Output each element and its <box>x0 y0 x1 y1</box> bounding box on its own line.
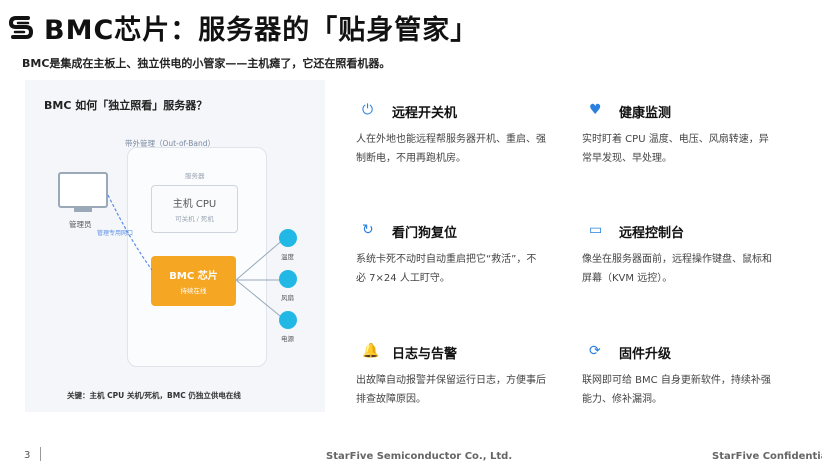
temperature-sensor-icon <box>279 229 297 247</box>
feature-title-remote-console: 远程控制台 <box>619 226 685 241</box>
feature-desc-remote-console: 像坐在服务器面前，远程操作键盘、鼠标和屏幕（KVM 远控）。 <box>582 254 772 284</box>
sensor-label-fan: 风扇 <box>281 294 294 302</box>
feature-title-log-alert: 日志与告警 <box>392 347 458 362</box>
server-label: 服务器 <box>185 172 205 180</box>
diagram-note: 关键：主机 CPU 关机/死机，BMC 仍独立供电在线 <box>67 391 241 400</box>
power-sensor-icon <box>279 311 297 329</box>
monitor-icon: ▭ <box>589 222 603 238</box>
oob-label: 带外管理（Out-of-Band） <box>125 139 215 148</box>
feature-title-health-monitor: 健康监测 <box>619 106 672 121</box>
feature-desc-log-alert: 出故障自动报警并保留运行日志，方便事后排查故障原因。 <box>356 375 546 405</box>
power-icon: ⏻ <box>362 102 374 118</box>
sensor-label-temperature: 温度 <box>281 253 294 261</box>
feature-title-watchdog: 看门狗复位 <box>392 226 458 241</box>
footer-divider <box>40 447 41 461</box>
restart-icon: ↻ <box>362 222 374 238</box>
feature-desc-remote-power: 人在外地也能远程帮服务器开机、重启、强制断电，不用再跑机房。 <box>356 134 546 164</box>
bmc-box: BMC 芯片 持续在线 <box>151 256 236 306</box>
cpu-subtitle: 可关机 / 死机 <box>175 215 214 223</box>
admin-monitor-stand <box>74 208 92 212</box>
cpu-box: 主机 CPU 可关机 / 死机 <box>151 185 238 233</box>
feature-desc-watchdog: 系统卡死不动时自动重启把它“救活”，不必 7×24 人工盯守。 <box>356 254 537 284</box>
bmc-title: BMC 芯片 <box>169 271 218 282</box>
feature-title-firmware-upgrade: 固件升级 <box>619 347 672 362</box>
footer-confidential: StarFive Confidential <box>712 451 822 462</box>
sensor-label-power: 电源 <box>281 335 294 343</box>
diagram-title: BMC 如何「独立照看」服务器？ <box>44 99 208 112</box>
starfive-logo-icon <box>9 16 33 39</box>
feature-title-remote-power: 远程开关机 <box>392 106 458 121</box>
page-title: BMC芯片：服务器的「贴身管家」 <box>44 15 479 46</box>
fan-sensor-icon <box>279 270 297 288</box>
refresh-icon: ⟳ <box>589 343 601 359</box>
admin-monitor-icon <box>58 172 108 208</box>
feature-desc-health-monitor: 实时盯着 CPU 温度、电压、风扇转速，异常早发现、早处理。 <box>582 134 769 164</box>
bmc-subtitle: 持续在线 <box>180 287 207 295</box>
management-port-label: 管理专用网口 <box>97 230 134 237</box>
cpu-title: 主机 CPU <box>172 199 217 210</box>
page-subtitle: BMC是集成在主板上、独立供电的小管家——主机瘫了，它还在照看机器。 <box>22 57 391 70</box>
admin-label: 管理员 <box>69 220 92 229</box>
page-number: 3 <box>24 450 31 461</box>
feature-desc-firmware-upgrade: 联网即可给 BMC 自身更新软件，持续补强能力、修补漏洞。 <box>582 375 771 405</box>
bell-icon: 🔔 <box>362 343 380 359</box>
footer-company: StarFive Semiconductor Co., Ltd. <box>326 451 513 462</box>
heart-pulse-icon: ♥ <box>589 102 602 118</box>
